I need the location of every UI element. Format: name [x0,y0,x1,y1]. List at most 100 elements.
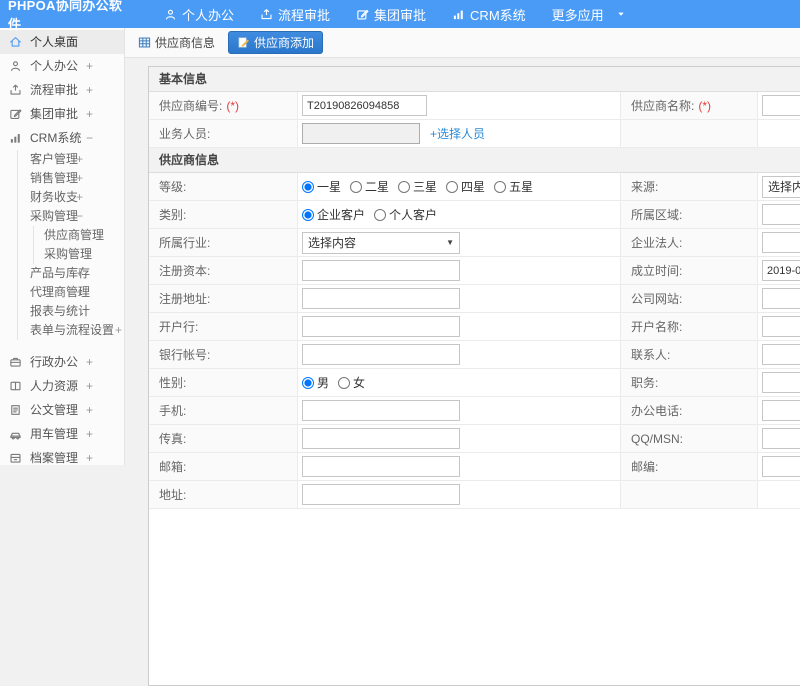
topnav-item-4[interactable]: CRM系统 [439,0,539,28]
sidebar-item-8[interactable]: 财务收支+ [0,188,124,207]
select-dropdown[interactable]: 选择内容▼ [762,176,800,198]
expand-toggle[interactable]: + [76,150,83,169]
expand-toggle[interactable]: + [76,264,83,283]
select-value: 选择内容 [768,178,800,195]
text-input[interactable] [762,232,800,253]
tab-1[interactable]: 供应商信息 [133,31,220,54]
expand-toggle[interactable]: + [86,102,93,126]
text-input[interactable] [762,204,800,225]
sidebar-item-19[interactable]: 用车管理+ [0,422,124,446]
expand-toggle[interactable]: + [115,323,122,337]
text-input[interactable] [762,372,800,393]
text-input[interactable] [762,400,800,421]
sidebar-item-label: 供应商管理 [44,228,104,242]
expand-toggle[interactable]: + [86,446,93,465]
choose-person-link[interactable]: +选择人员 [430,125,485,142]
expand-toggle[interactable]: + [86,398,93,422]
expand-toggle[interactable]: + [86,54,93,78]
radio-input[interactable] [350,181,362,193]
text-input[interactable] [302,260,460,281]
expand-toggle[interactable]: + [76,283,83,302]
text-input[interactable] [762,316,800,337]
radio-option[interactable]: 三星 [398,178,437,195]
text-input[interactable] [762,456,800,477]
sidebar-item-9[interactable]: 采购管理− [0,207,124,226]
radio-option[interactable]: 五星 [494,178,533,195]
radio-input[interactable] [398,181,410,193]
topnav-item-5[interactable]: 更多应用 [539,0,639,28]
expand-toggle[interactable]: − [76,207,83,226]
radio-input[interactable] [302,209,314,221]
sidebar-item-14[interactable]: 报表与统计 [0,302,124,321]
sidebar-item-label: 财务收支 [30,190,78,204]
radio-input[interactable] [302,181,314,193]
radio-input[interactable] [338,377,350,389]
sidebar-item-12[interactable]: 产品与库存+ [0,264,124,283]
text-input[interactable] [302,484,460,505]
text-input[interactable] [302,344,460,365]
sidebar-item-17[interactable]: 人力资源+ [0,374,124,398]
top-nav: 个人办公流程审批集团审批CRM系统更多应用 [151,0,639,28]
sidebar-item-1[interactable]: 个人桌面 [0,30,124,54]
radio-label: 企业客户 [317,206,365,223]
radio-option[interactable]: 一星 [302,178,341,195]
sidebar-item-2[interactable]: 个人办公+ [0,54,124,78]
sidebar-item-7[interactable]: 销售管理+ [0,169,124,188]
text-input[interactable] [762,344,800,365]
radio-input[interactable] [302,377,314,389]
radio-input[interactable] [374,209,386,221]
field-label: 联系人: [621,341,758,368]
expand-toggle[interactable]: + [86,422,93,446]
sidebar-item-13[interactable]: 代理商管理+ [0,283,124,302]
expand-toggle[interactable]: + [86,374,93,398]
sidebar-item-label: 行政办公 [30,355,78,369]
radio-option[interactable]: 四星 [446,178,485,195]
text-input[interactable] [762,288,800,309]
text-input[interactable] [302,123,420,144]
topnav-item-2[interactable]: 流程审批 [247,0,343,28]
sidebar-item-label: 公文管理 [30,403,78,417]
label-text: 注册地址: [159,290,210,307]
sidebar-item-5[interactable]: CRM系统− [0,126,124,150]
user-icon [164,8,177,21]
expand-toggle[interactable]: + [86,350,93,374]
sidebar-item-20[interactable]: 档案管理+ [0,446,124,465]
text-input[interactable] [302,400,460,421]
radio-input[interactable] [494,181,506,193]
label-text: 性别: [159,374,186,391]
sidebar-item-18[interactable]: 公文管理 + [0,398,124,422]
sidebar-item-6[interactable]: 客户管理+ [0,150,124,169]
text-input[interactable] [302,456,460,477]
expand-toggle[interactable]: + [76,188,83,207]
text-input[interactable] [762,260,800,281]
radio-option[interactable]: 男 [302,374,329,391]
topnav-item-3[interactable]: 集团审批 [343,0,439,28]
field-value: 男女 [298,369,621,396]
sidebar-item-16[interactable]: 行政办公 + [0,350,124,374]
expand-toggle[interactable]: + [76,169,83,188]
user-icon [9,60,22,73]
radio-input[interactable] [446,181,458,193]
text-input[interactable] [302,428,460,449]
form-row: 邮箱:邮编: [149,453,800,481]
text-input[interactable] [302,316,460,337]
sidebar-item-3[interactable]: 流程审批+ [0,78,124,102]
radio-option[interactable]: 企业客户 [302,206,365,223]
radio-option[interactable]: 个人客户 [374,206,437,223]
label-text: 邮箱: [159,458,186,475]
tab-2-active[interactable]: 供应商添加 [228,31,323,54]
sidebar-item-11[interactable]: 采购管理 [0,245,124,264]
radio-option[interactable]: 二星 [350,178,389,195]
text-input[interactable] [302,95,427,116]
text-input[interactable] [762,428,800,449]
radio-option[interactable]: 女 [338,374,365,391]
expand-toggle[interactable]: + [86,78,93,102]
sidebar-item-15[interactable]: 表单与流程设置+ [0,321,124,340]
text-input[interactable] [762,95,800,116]
sidebar-item-4[interactable]: 集团审批+ [0,102,124,126]
topnav-item-1[interactable]: 个人办公 [151,0,247,28]
text-input[interactable] [302,288,460,309]
expand-toggle[interactable]: − [86,126,93,150]
sidebar-item-10[interactable]: 供应商管理 [0,226,124,245]
select-dropdown[interactable]: 选择内容▼ [302,232,460,254]
